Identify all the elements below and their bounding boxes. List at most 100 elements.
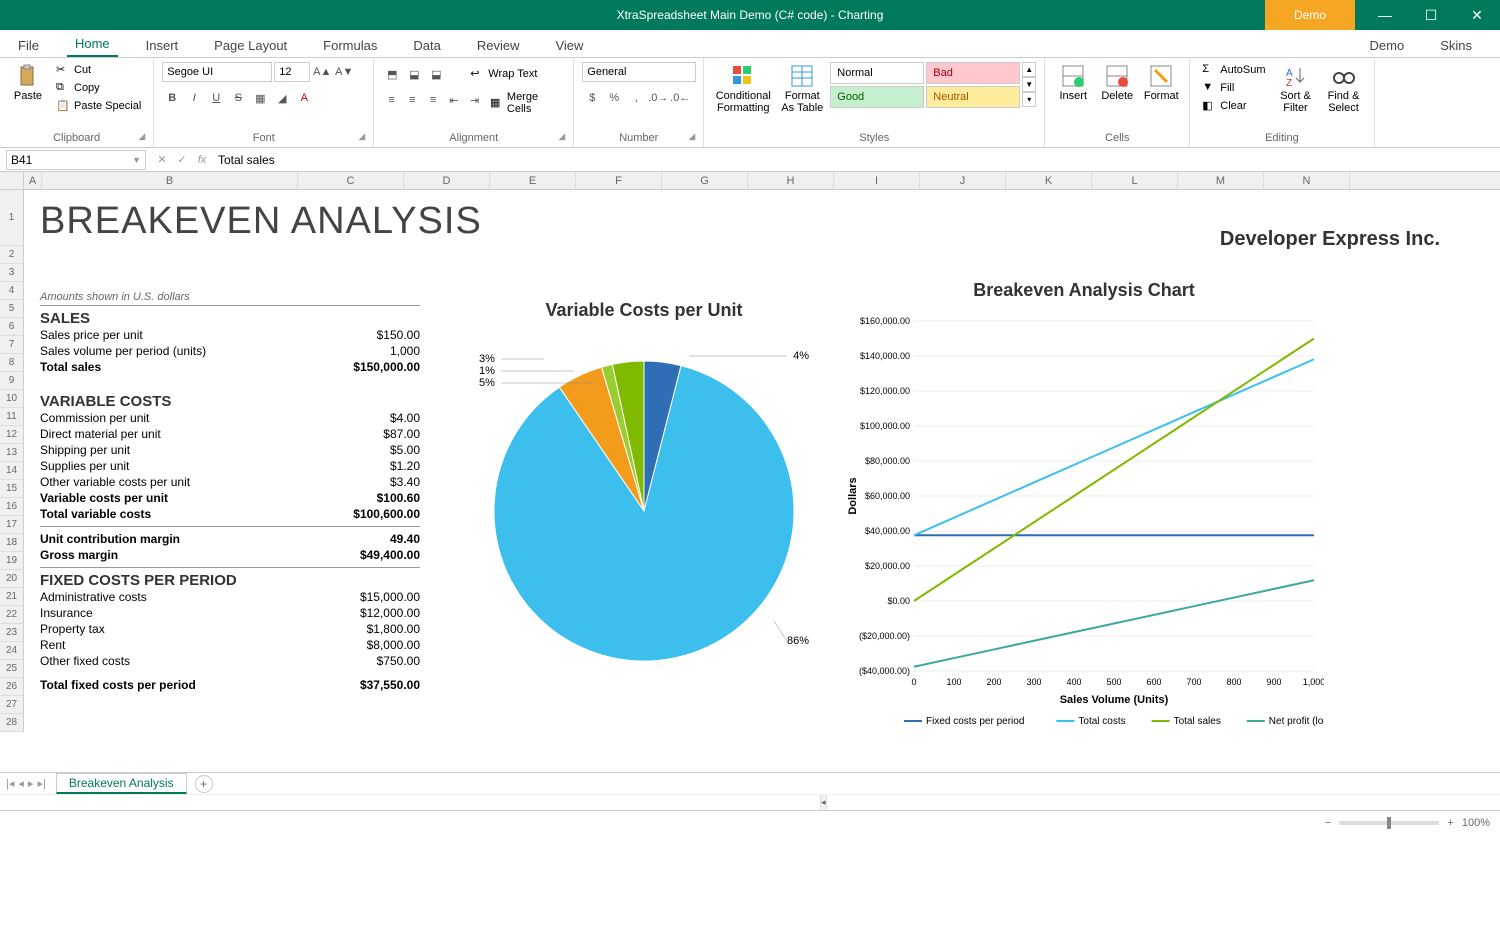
tab-demo[interactable]: Demo [1362,34,1413,57]
row-header-27[interactable]: 27 [0,696,24,714]
align-top-button[interactable]: ⬒ [382,64,402,84]
row-header-10[interactable]: 10 [0,390,24,408]
font-launcher-icon[interactable]: ◢ [358,131,365,142]
row-header-19[interactable]: 19 [0,552,24,570]
align-middle-button[interactable]: ⬓ [404,64,424,84]
tab-home[interactable]: Home [67,32,118,57]
last-sheet-button[interactable]: ▸| [37,777,45,790]
increase-decimal-button[interactable]: .0→ [648,88,668,108]
select-all-corner[interactable] [0,172,24,189]
prev-sheet-button[interactable]: ◂ [18,777,24,790]
zoom-slider[interactable] [1339,821,1439,825]
wrap-text-button[interactable]: ↩Wrap Text [466,64,541,84]
col-header-H[interactable]: H [748,172,834,189]
tab-page-layout[interactable]: Page Layout [206,34,295,57]
row-header-11[interactable]: 11 [0,408,24,426]
number-format-combo[interactable] [582,62,696,82]
cut-button[interactable]: ✂Cut [52,62,145,78]
comma-button[interactable]: , [626,88,646,108]
first-sheet-button[interactable]: |◂ [6,777,14,790]
tab-insert[interactable]: Insert [138,34,187,57]
pie-chart[interactable]: Variable Costs per Unit 3%1%5%4%86% [454,300,834,684]
sheet-tab-active[interactable]: Breakeven Analysis [56,773,187,794]
row-header-3[interactable]: 3 [0,264,24,282]
fill-button[interactable]: ▼Fill [1198,80,1269,96]
next-sheet-button[interactable]: ▸ [28,777,34,790]
decrease-indent-button[interactable]: ⇤ [444,90,463,110]
format-cells-button[interactable]: Format [1141,62,1181,104]
row-header-14[interactable]: 14 [0,462,24,480]
col-header-L[interactable]: L [1092,172,1178,189]
sort-filter-button[interactable]: AZ Sort & Filter [1274,62,1318,116]
row-header-22[interactable]: 22 [0,606,24,624]
row-header-28[interactable]: 28 [0,714,24,732]
tab-data[interactable]: Data [405,34,448,57]
row-header-2[interactable]: 2 [0,246,24,264]
row-header-17[interactable]: 17 [0,516,24,534]
align-left-button[interactable]: ≡ [382,90,401,110]
bold-button[interactable]: B [162,88,182,108]
percent-button[interactable]: % [604,88,624,108]
clipboard-launcher-icon[interactable]: ◢ [138,131,145,142]
col-header-N[interactable]: N [1264,172,1350,189]
borders-button[interactable]: ▦ [250,88,270,108]
horizontal-scrollbar[interactable]: ◂ ▸ [0,794,1500,810]
copy-button[interactable]: ⧉Copy [52,80,145,96]
decrease-decimal-button[interactable]: .0← [670,88,690,108]
col-header-M[interactable]: M [1178,172,1264,189]
paste-button[interactable]: Paste [8,62,48,104]
col-header-K[interactable]: K [1006,172,1092,189]
font-family-combo[interactable] [162,62,272,82]
cancel-formula-button[interactable]: ✕ [152,150,172,170]
row-header-13[interactable]: 13 [0,444,24,462]
increase-font-button[interactable]: A▲ [312,62,332,82]
tab-view[interactable]: View [547,34,591,57]
row-header-26[interactable]: 26 [0,678,24,696]
add-sheet-button[interactable]: + [195,775,213,793]
col-header-G[interactable]: G [662,172,748,189]
row-header-15[interactable]: 15 [0,480,24,498]
insert-cells-button[interactable]: Insert [1053,62,1093,104]
row-header-23[interactable]: 23 [0,624,24,642]
row-header-24[interactable]: 24 [0,642,24,660]
col-header-A[interactable]: A [24,172,42,189]
format-as-table-button[interactable]: Format As Table [778,62,826,116]
find-select-button[interactable]: Find & Select [1322,62,1366,116]
row-header-16[interactable]: 16 [0,498,24,516]
col-header-C[interactable]: C [298,172,404,189]
delete-cells-button[interactable]: Delete [1097,62,1137,104]
col-header-D[interactable]: D [404,172,490,189]
row-header-5[interactable]: 5 [0,300,24,318]
style-neutral[interactable]: Neutral [926,86,1020,108]
col-header-I[interactable]: I [834,172,920,189]
style-normal[interactable]: Normal [830,62,924,84]
demo-button[interactable]: Demo [1265,0,1355,30]
style-bad[interactable]: Bad [926,62,1020,84]
align-center-button[interactable]: ≡ [403,90,422,110]
accept-formula-button[interactable]: ✓ [172,150,192,170]
row-header-9[interactable]: 9 [0,372,24,390]
row-header-6[interactable]: 6 [0,318,24,336]
number-launcher-icon[interactable]: ◢ [688,131,695,142]
gallery-more-button[interactable]: ▾ [1022,92,1036,107]
gallery-down-button[interactable]: ▼ [1022,77,1036,92]
underline-button[interactable]: U [206,88,226,108]
alignment-launcher-icon[interactable]: ◢ [558,131,565,142]
row-header-25[interactable]: 25 [0,660,24,678]
row-header-4[interactable]: 4 [0,282,24,300]
align-bottom-button[interactable]: ⬓ [426,64,446,84]
close-button[interactable]: ✕ [1454,0,1500,30]
formula-input[interactable] [212,150,1500,170]
tab-skins[interactable]: Skins [1432,34,1480,57]
clear-button[interactable]: ◧Clear [1198,98,1269,114]
col-header-E[interactable]: E [490,172,576,189]
currency-button[interactable]: $ [582,88,602,108]
tab-review[interactable]: Review [469,34,528,57]
decrease-font-button[interactable]: A▼ [334,62,354,82]
increase-indent-button[interactable]: ⇥ [465,90,484,110]
name-box[interactable]: B41▼ [6,150,146,170]
maximize-button[interactable]: ☐ [1408,0,1454,30]
fill-color-button[interactable]: ◢ [272,88,292,108]
tab-formulas[interactable]: Formulas [315,34,385,57]
line-chart[interactable]: Breakeven Analysis Chart ($40,000.00)($2… [844,280,1324,744]
